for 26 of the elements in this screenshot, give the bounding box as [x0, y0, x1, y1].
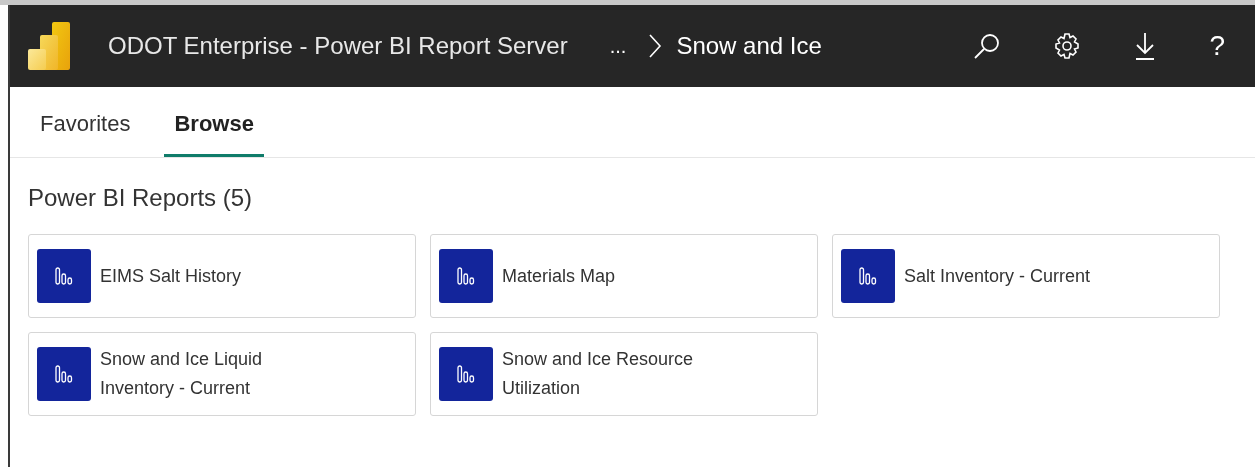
report-icon	[37, 347, 91, 401]
report-name: Snow and Ice Resource Utilization	[502, 348, 695, 400]
report-icon	[841, 249, 895, 303]
report-card[interactable]: EIMS Salt History	[28, 234, 416, 318]
report-icon	[439, 249, 493, 303]
report-card[interactable]: Snow and Ice Resource Utilization	[430, 332, 818, 416]
report-name: Snow and Ice Liquid Inventory - Current	[100, 348, 264, 400]
settings-icon[interactable]	[1053, 32, 1082, 60]
report-card[interactable]: Salt Inventory - Current	[832, 234, 1220, 318]
report-card[interactable]: Snow and Ice Liquid Inventory - Current	[28, 332, 416, 416]
report-card[interactable]: Materials Map	[430, 234, 818, 318]
search-icon[interactable]	[973, 32, 1002, 60]
tab[interactable]: Favorites	[30, 107, 141, 157]
help-button[interactable]: ?	[1209, 25, 1225, 67]
report-name: Materials Map	[502, 264, 616, 288]
breadcrumb-current[interactable]: Snow and Ice	[676, 28, 822, 64]
chevron-right-icon	[648, 33, 663, 59]
tab[interactable]: Browse	[164, 107, 264, 157]
report-icon	[37, 249, 91, 303]
report-name: Salt Inventory - Current	[904, 264, 1091, 288]
breadcrumb-ellipsis[interactable]: ...	[609, 31, 627, 61]
section-title: Power BI Reports (5)	[28, 183, 254, 213]
report-icon	[439, 347, 493, 401]
report-name: EIMS Salt History	[100, 264, 242, 288]
logo-icon	[28, 22, 72, 70]
app-title: ODOT Enterprise - Power BI Report Server	[108, 31, 568, 61]
